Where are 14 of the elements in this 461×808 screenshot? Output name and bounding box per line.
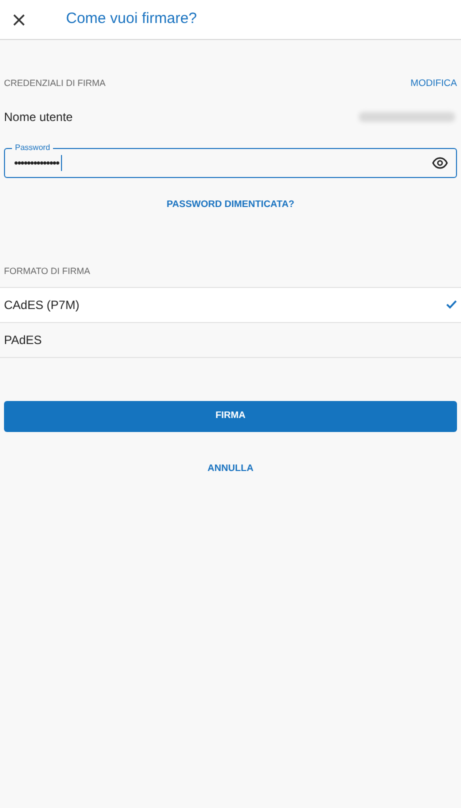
- section-label: FORMATO DI FIRMA: [4, 266, 90, 276]
- format-option[interactable]: PAdES: [0, 322, 461, 358]
- dialog-title: Come vuoi firmare?: [66, 9, 197, 30]
- format-option[interactable]: CAdES (P7M): [0, 288, 461, 322]
- close-icon: [13, 14, 25, 26]
- checkmark-icon: [446, 300, 457, 309]
- eye-icon[interactable]: [432, 157, 448, 170]
- section-label: CREDENZIALI DI FIRMA: [4, 77, 106, 90]
- edit-link[interactable]: MODIFICA: [410, 77, 457, 92]
- forgot-password-link[interactable]: PASSWORD DIMENTICATA?: [166, 198, 294, 212]
- sign-button[interactable]: FIRMA: [4, 400, 457, 432]
- password-value: ••••••••••••••: [14, 155, 59, 172]
- field-label: Nome utente: [4, 109, 73, 126]
- cancel-button[interactable]: ANNULLA: [208, 462, 254, 476]
